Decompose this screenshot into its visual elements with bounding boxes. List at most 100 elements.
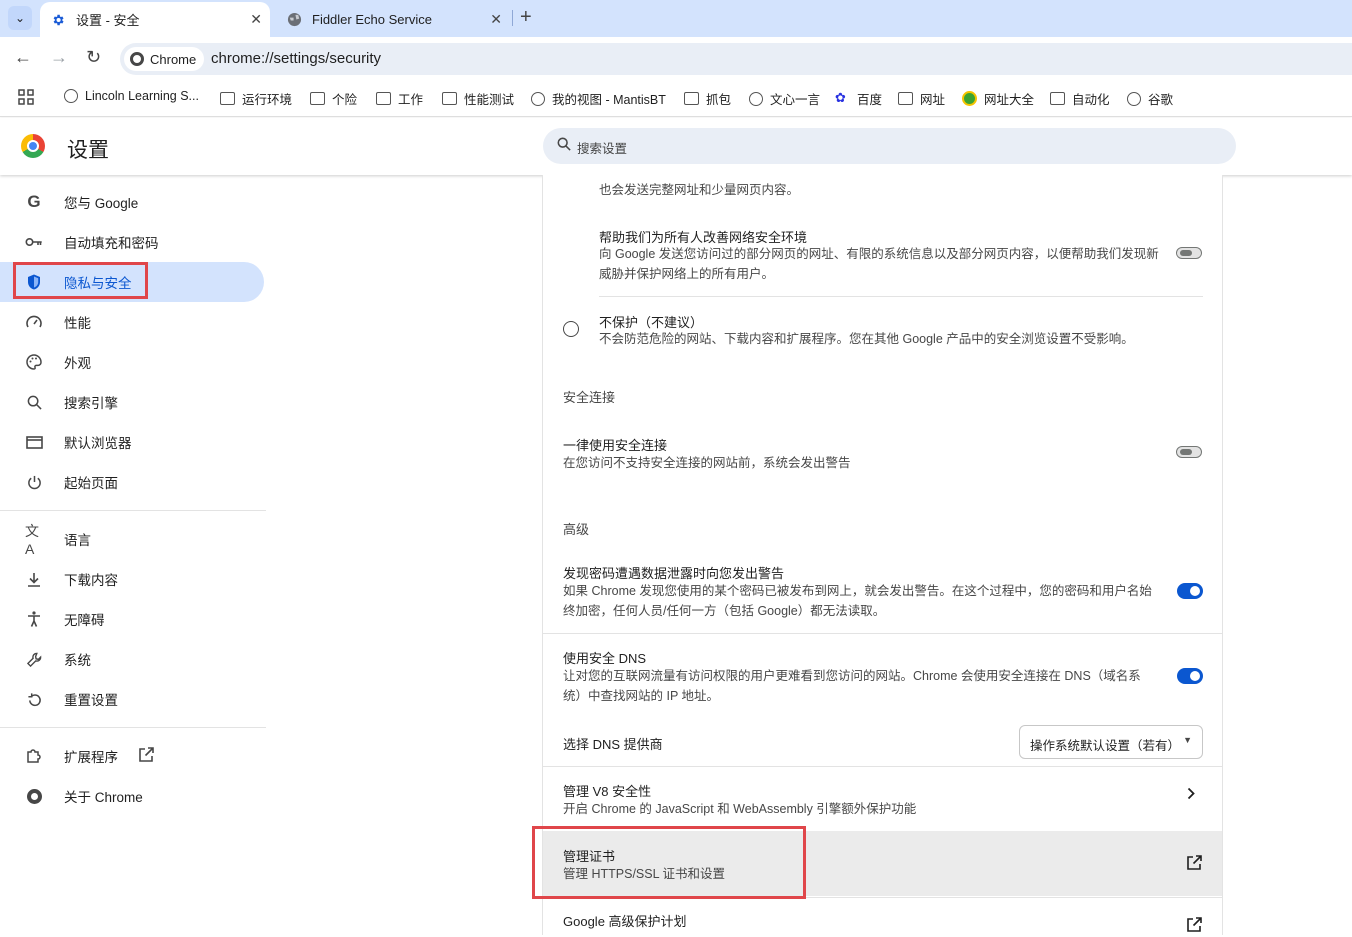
sidebar-item-extensions[interactable]: 扩展程序	[0, 736, 264, 776]
google-g-icon: G	[27, 192, 41, 211]
sidebar-item-downloads[interactable]: 下载内容	[0, 559, 264, 599]
sidebar-item-performance[interactable]: 性能	[0, 302, 264, 342]
extension-icon	[25, 747, 43, 765]
speedometer-icon	[25, 313, 43, 331]
secure-dns-title: 使用安全 DNS	[563, 651, 647, 666]
back-arrow-icon[interactable]: ←	[14, 47, 32, 68]
hao123-icon	[962, 91, 977, 106]
bookmark-item[interactable]: 谷歌	[1127, 89, 1173, 108]
close-icon[interactable]: ✕	[250, 11, 262, 28]
new-tab-button[interactable]: +	[520, 6, 532, 29]
search-settings-input[interactable]: 搜索设置	[543, 128, 1236, 164]
bookmark-item[interactable]: ✿ 百度	[835, 89, 882, 108]
settings-header: 设置 搜索设置	[0, 118, 1352, 175]
folder-icon	[684, 92, 699, 105]
manage-v8-desc: 开启 Chrome 的 JavaScript 和 WebAssembly 引擎额…	[563, 802, 917, 816]
advanced-header: 高级	[563, 522, 590, 537]
accessibility-icon	[25, 610, 43, 628]
folder-icon	[898, 92, 913, 105]
password-leak-desc: 如果 Chrome 发现您使用的某个密码已被发布到网上，就会发出警告。在这个过程…	[563, 584, 1152, 618]
chip-label: Chrome	[150, 51, 197, 67]
chevron-down-icon: ⌄	[14, 11, 26, 25]
site-info-chip[interactable]: Chrome	[124, 47, 205, 71]
chevron-right-icon	[1187, 787, 1195, 804]
always-secure-toggle[interactable]	[1176, 444, 1202, 460]
manage-v8-row[interactable]: 管理 V8 安全性 开启 Chrome 的 JavaScript 和 WebAs…	[543, 767, 1222, 831]
palette-icon	[25, 353, 43, 371]
password-leak-title: 发现密码遭遇数据泄露时向您发出警告	[563, 566, 785, 581]
sidebar-item-reset[interactable]: 重置设置	[0, 679, 264, 719]
password-leak-toggle[interactable]	[1177, 583, 1203, 599]
sidebar-divider	[0, 510, 266, 511]
row-separator	[543, 633, 1222, 634]
tab-search-button[interactable]: ⌄	[8, 6, 32, 30]
bookmark-folder[interactable]: 自动化	[1050, 89, 1110, 108]
manage-v8-title: 管理 V8 安全性	[563, 784, 652, 799]
paw-icon: ✿	[835, 90, 846, 105]
tab-fiddler[interactable]: Fiddler Echo Service ✕	[276, 2, 510, 37]
toolbar: ← → ↻ Chrome chrome://settings/security	[0, 37, 1352, 79]
sidebar-item-about-chrome[interactable]: 关于 Chrome	[0, 776, 264, 816]
globe-icon	[64, 89, 78, 103]
sidebar-item-on-startup[interactable]: 起始页面	[0, 462, 264, 502]
sidebar-item-you-and-google[interactable]: G 您与 Google	[0, 182, 264, 222]
folder-icon	[376, 92, 391, 105]
sidebar-divider	[0, 727, 266, 728]
url-text[interactable]: chrome://settings/security	[211, 50, 381, 67]
highlight-box	[532, 826, 806, 899]
secure-dns-toggle[interactable]	[1177, 668, 1203, 684]
folder-icon	[442, 92, 457, 105]
apps-icon[interactable]	[18, 89, 34, 105]
sidebar-item-languages[interactable]: 文A 语言	[0, 519, 264, 559]
power-icon	[25, 473, 43, 491]
row-separator	[599, 296, 1203, 297]
bookmarks-bar: Lincoln Learning S... 运行环境 个险 工作 性能测试 我的…	[0, 79, 1352, 117]
translate-icon: 文A	[25, 523, 39, 557]
search-icon	[557, 137, 571, 154]
dns-provider-select[interactable]: 操作系统默认设置（若有） ▼	[1019, 725, 1203, 759]
bookmark-folder[interactable]: 个险	[310, 89, 357, 108]
folder-icon	[220, 92, 235, 105]
sidebar-item-accessibility[interactable]: 无障碍	[0, 599, 264, 639]
highlight-box	[13, 262, 148, 299]
advanced-protection-title: Google 高级保护计划	[563, 914, 687, 929]
external-link-icon	[1186, 917, 1202, 937]
reload-icon[interactable]: ↻	[86, 47, 101, 68]
bookmark-folder[interactable]: 运行环境	[220, 89, 292, 108]
partial-description: 也会发送完整网址和少量网页内容。	[599, 183, 800, 197]
search-placeholder: 搜索设置	[577, 142, 628, 156]
chrome-logo-icon	[21, 134, 45, 158]
bookmark-item[interactable]: 文心一言	[749, 89, 820, 108]
bookmark-item[interactable]: 我的视图 - MantisBT	[531, 89, 666, 108]
no-protection-radio[interactable]	[563, 321, 579, 337]
bookmark-folder[interactable]: 网址	[898, 89, 945, 108]
tab-divider	[512, 10, 513, 26]
chrome-icon	[25, 787, 43, 805]
dns-provider-value: 操作系统默认设置（若有）	[1030, 739, 1181, 753]
sidebar-item-appearance[interactable]: 外观	[0, 342, 264, 382]
gear-icon	[50, 12, 66, 28]
key-icon	[25, 233, 43, 251]
sidebar-item-default-browser[interactable]: 默认浏览器	[0, 422, 264, 462]
search-icon	[25, 393, 43, 411]
tab-settings-security[interactable]: 设置 - 安全 ✕	[40, 2, 270, 37]
forward-arrow-icon[interactable]: →	[50, 47, 68, 68]
folder-icon	[1050, 92, 1065, 105]
bookmark-folder[interactable]: 工作	[376, 89, 423, 108]
sidebar-item-search-engine[interactable]: 搜索引擎	[0, 382, 264, 422]
close-icon[interactable]: ✕	[490, 11, 502, 28]
improve-security-toggle[interactable]	[1176, 245, 1202, 261]
bookmark-folder[interactable]: 性能测试	[442, 89, 514, 108]
address-bar[interactable]: Chrome chrome://settings/security	[120, 43, 1352, 75]
bookmark-item[interactable]: 网址大全	[962, 89, 1034, 108]
always-secure-title: 一律使用安全连接	[563, 438, 668, 453]
globe-icon	[286, 12, 302, 28]
dropdown-arrow-icon: ▼	[1183, 735, 1192, 745]
download-icon	[25, 570, 43, 588]
sidebar-item-system[interactable]: 系统	[0, 639, 264, 679]
improve-security-desc: 向 Google 发送您访问过的部分网页的网址、有限的系统信息以及部分网页内容，…	[599, 247, 1159, 281]
sidebar-item-autofill[interactable]: 自动填充和密码	[0, 222, 264, 262]
bookmark-item[interactable]: Lincoln Learning S...	[64, 89, 199, 103]
bookmark-folder[interactable]: 抓包	[684, 89, 731, 108]
tab-title: 设置 - 安全	[76, 13, 140, 28]
